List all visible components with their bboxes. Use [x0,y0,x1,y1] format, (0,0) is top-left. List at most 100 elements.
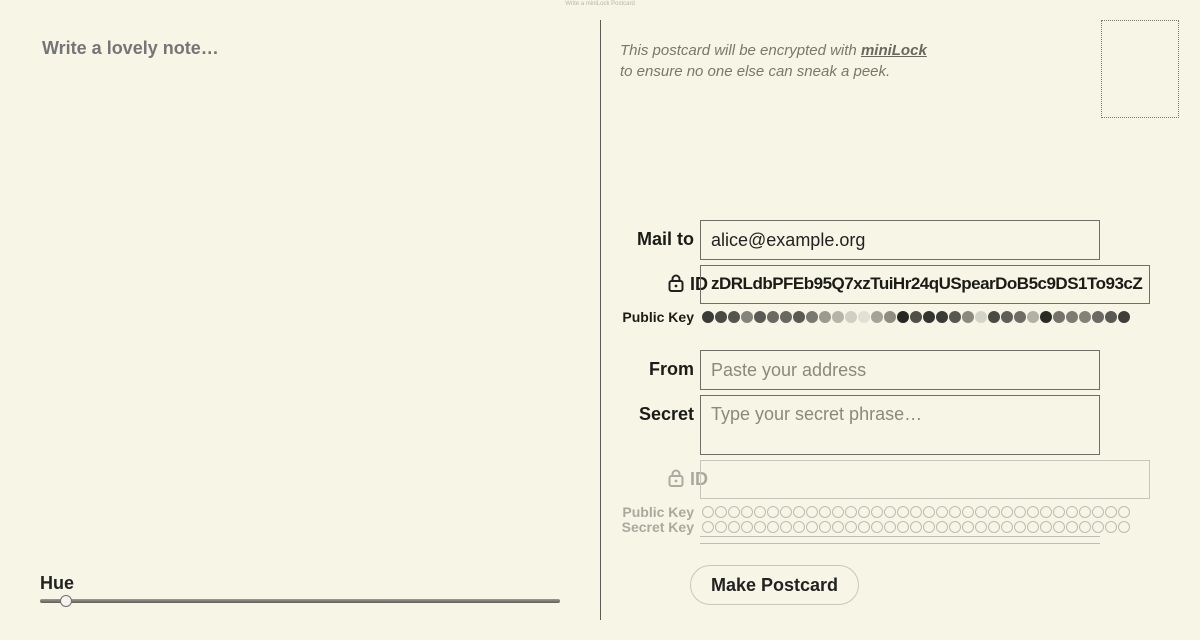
postcard-divider [600,20,601,620]
sender-public-key-label: Public Key [622,504,694,520]
empty-key-dot [1040,506,1052,518]
empty-key-dot [897,506,909,518]
hue-slider-track[interactable] [40,599,560,603]
empty-key-dot [806,506,818,518]
recipient-id-box[interactable]: zDRLdbPFEb95Q7xzTuiHr24qUSpearDoB5c9DS1T… [700,265,1150,304]
empty-key-dot [988,521,1000,533]
public-key-dot [780,311,792,323]
lock-icon [668,274,684,292]
hue-slider-thumb[interactable] [60,595,72,607]
public-key-dot [793,311,805,323]
public-key-dot [897,311,909,323]
stamp-placeholder [1101,20,1179,118]
empty-key-dot [819,506,831,518]
empty-key-dot [767,506,779,518]
empty-key-dot [754,521,766,533]
empty-key-dot [1027,506,1039,518]
public-key-dot [1014,311,1026,323]
make-postcard-button[interactable]: Make Postcard [690,565,859,605]
empty-key-dot [1053,521,1065,533]
empty-key-dot [858,521,870,533]
empty-key-dot [949,521,961,533]
empty-key-dot [1118,521,1130,533]
empty-key-dot [884,521,896,533]
sender-key-bar [700,536,1100,544]
sender-id-box [700,460,1150,499]
public-key-dot [819,311,831,323]
public-key-dot [767,311,779,323]
empty-key-dot [1105,506,1117,518]
empty-key-dot [962,521,974,533]
sender-secret-key-label: Secret Key [621,519,694,535]
empty-key-dot [728,506,740,518]
empty-key-dot [1066,521,1078,533]
empty-key-dot [871,506,883,518]
public-key-dot [1053,311,1065,323]
hue-label: Hue [40,573,75,593]
note-textarea[interactable] [40,36,564,540]
empty-key-dot [936,506,948,518]
public-key-dot [1066,311,1078,323]
recipient-public-key-dots [702,311,1130,323]
empty-key-dot [702,506,714,518]
empty-key-dot [1027,521,1039,533]
empty-key-dot [1001,521,1013,533]
encryption-notice-text: This postcard will be encrypted with [620,42,861,59]
empty-key-dot [845,506,857,518]
encryption-notice-text-2: to ensure no one else can sneak a peek. [620,63,891,80]
window-tag: Write a miniLock Postcard [565,1,635,7]
empty-key-dot [1092,506,1104,518]
public-key-dot [702,311,714,323]
recipient-id-value: zDRLdbPFEb95Q7xzTuiHr24qUSpearDoB5c9DS1T… [711,274,1143,293]
empty-key-dot [715,521,727,533]
empty-key-dot [715,506,727,518]
empty-key-dot [832,506,844,518]
empty-key-dot [1105,521,1117,533]
empty-key-dot [1079,506,1091,518]
public-key-dot [1001,311,1013,323]
public-key-dot [741,311,753,323]
public-key-dot [858,311,870,323]
empty-key-dot [858,506,870,518]
empty-key-dot [910,521,922,533]
empty-key-dot [1014,521,1026,533]
empty-key-dot [702,521,714,533]
empty-key-dot [910,506,922,518]
empty-key-dot [1040,521,1052,533]
mail-to-label: Mail to [637,229,694,249]
empty-key-dot [1066,506,1078,518]
empty-key-dot [819,521,831,533]
empty-key-dot [1001,506,1013,518]
empty-key-dot [845,521,857,533]
minilock-link[interactable]: miniLock [861,42,927,59]
public-key-dot [975,311,987,323]
empty-key-dot [975,506,987,518]
empty-key-dot [793,506,805,518]
secret-label: Secret [638,404,694,424]
public-key-dot [806,311,818,323]
public-key-dot [1027,311,1039,323]
public-key-dot [1118,311,1130,323]
mail-to-input[interactable] [700,220,1100,260]
empty-key-dot [767,521,779,533]
public-key-dot [988,311,1000,323]
public-key-dot [923,311,935,323]
public-key-dot [1092,311,1104,323]
public-key-dot [949,311,961,323]
empty-key-dot [975,521,987,533]
public-key-dot [1040,311,1052,323]
public-key-dot [754,311,766,323]
from-input[interactable] [700,350,1100,390]
public-key-dot [845,311,857,323]
empty-key-dot [1079,521,1091,533]
public-key-dot [1079,311,1091,323]
empty-key-dot [793,521,805,533]
secret-input[interactable] [700,395,1100,455]
empty-key-dot [780,506,792,518]
empty-key-dot [884,506,896,518]
empty-key-dot [936,521,948,533]
empty-key-dot [949,506,961,518]
empty-key-dot [741,521,753,533]
empty-key-dot [780,521,792,533]
public-key-dot [884,311,896,323]
